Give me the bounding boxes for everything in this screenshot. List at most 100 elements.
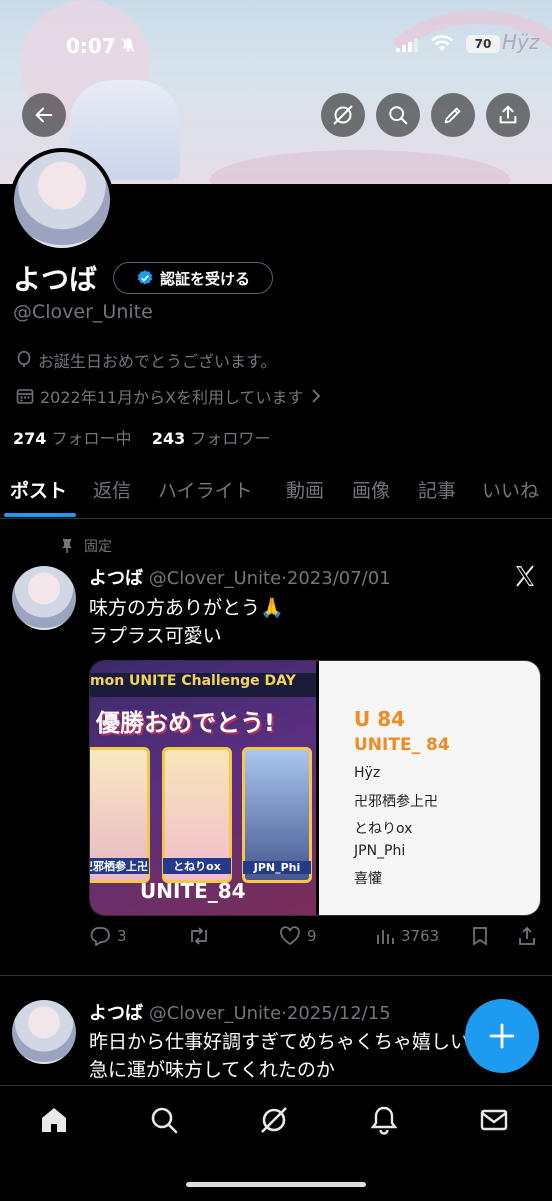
repost-button[interactable] bbox=[187, 926, 217, 946]
back-button[interactable] bbox=[22, 93, 66, 137]
mail-icon[interactable] bbox=[478, 1104, 510, 1136]
views-button[interactable]: 3763 bbox=[375, 926, 439, 946]
media-card-label-3: JPN_Phi bbox=[243, 861, 311, 874]
media-card-2: とねりox bbox=[162, 747, 232, 883]
tab-likes[interactable]: いいね bbox=[482, 476, 539, 503]
post2-text-line-2: 急に運が味方してくれたのか bbox=[89, 1059, 335, 1081]
get-verified-button[interactable]: 認証を受ける bbox=[113, 262, 273, 294]
pen-icon bbox=[444, 107, 461, 124]
birthday-text: お誕生日おめでとうございます。 bbox=[38, 352, 277, 371]
signal-icon bbox=[396, 38, 418, 52]
battery-indicator: 70 bbox=[466, 35, 500, 53]
profile-avatar[interactable] bbox=[10, 148, 114, 252]
balloon-icon bbox=[17, 351, 31, 368]
banner-watermark: Hÿz bbox=[502, 30, 540, 54]
media-banner-text: mon UNITE Challenge DAY bbox=[90, 673, 316, 697]
post-header: よつば @Clover_Unite·2023/07/01 bbox=[89, 564, 391, 590]
birthday-line: お誕生日おめでとうございます。 bbox=[16, 348, 276, 372]
status-time: 0:07 bbox=[66, 34, 116, 58]
search-button[interactable] bbox=[376, 93, 420, 137]
profile-handle: @Clover_Unite bbox=[13, 301, 153, 323]
search-icon[interactable] bbox=[148, 1104, 180, 1136]
joined-line[interactable]: 2022年11月からXを利用しています bbox=[16, 384, 322, 408]
plus-icon bbox=[489, 1023, 515, 1049]
post-date[interactable]: 2023/07/01 bbox=[287, 568, 391, 589]
media-member-4: JPN_Phi bbox=[354, 843, 406, 859]
post-header-2: よつば @Clover_Unite·2025/12/15 bbox=[89, 999, 391, 1025]
post-author-name-2[interactable]: よつば bbox=[89, 1003, 143, 1024]
chevron-right-icon bbox=[311, 389, 320, 403]
x-logo-icon bbox=[516, 565, 534, 587]
get-verified-label: 認証を受ける bbox=[159, 269, 250, 288]
post-actions: 3 9 3763 bbox=[89, 926, 541, 950]
like-count: 9 bbox=[307, 927, 317, 945]
bookmark-icon bbox=[473, 927, 487, 946]
media-card-3: JPN_Phi bbox=[242, 747, 312, 883]
profile-tabs: ポスト 返信 ハイライト 動画 画像 記事 いいね bbox=[0, 470, 552, 519]
pinned-indicator: 固定 bbox=[60, 536, 112, 556]
post-author-name[interactable]: よつば bbox=[89, 568, 143, 589]
followers-link[interactable]: 243 フォロワー bbox=[152, 429, 271, 448]
post-author-handle[interactable]: @Clover_Unite bbox=[149, 568, 281, 589]
media-member-2: 卍邪栖参上卍 bbox=[354, 794, 438, 810]
wifi-icon bbox=[431, 35, 453, 51]
media-member-1: Hÿz bbox=[354, 765, 381, 781]
post-text-line-2: ラプラス可愛い bbox=[89, 625, 222, 647]
profile-name: よつば bbox=[13, 263, 98, 296]
post-date-2[interactable]: 2025/12/15 bbox=[287, 1003, 391, 1024]
search-icon bbox=[389, 106, 408, 125]
following-link[interactable]: 274 フォロー中 bbox=[13, 429, 132, 448]
post-author-handle-2[interactable]: @Clover_Unite bbox=[149, 1003, 281, 1024]
repost-icon bbox=[191, 927, 207, 945]
silent-bell-icon bbox=[121, 37, 135, 53]
media-card-1: 卍邪栖参上卍 bbox=[90, 747, 150, 883]
media-right-title-1: U 84 bbox=[354, 707, 406, 731]
compose-button[interactable] bbox=[465, 999, 539, 1073]
media-title: 優勝おめでとう! bbox=[96, 709, 275, 737]
reply-count: 3 bbox=[117, 927, 127, 945]
followers-label: フォロワー bbox=[190, 429, 271, 448]
tab-highlights[interactable]: ハイライト bbox=[158, 476, 253, 503]
pin-icon bbox=[62, 539, 72, 553]
home-indicator bbox=[186, 1182, 366, 1187]
tab-photos[interactable]: 画像 bbox=[352, 476, 390, 503]
grok-button[interactable] bbox=[321, 93, 365, 137]
views-chart-icon bbox=[377, 930, 394, 944]
media-team-name: UNITE_84 bbox=[140, 879, 246, 903]
tab-posts[interactable]: ポスト bbox=[10, 476, 67, 503]
share-icon bbox=[519, 926, 535, 945]
media-image-right[interactable]: U 84 UNITE_ 84 Hÿz 卍邪栖参上卍 とねりox JPN_Phi … bbox=[319, 661, 540, 915]
following-label: フォロー中 bbox=[51, 429, 132, 448]
views-count: 3763 bbox=[401, 927, 440, 945]
media-member-5: 喜懽 bbox=[354, 871, 382, 887]
media-right-title-2: UNITE_ 84 bbox=[354, 735, 450, 755]
tab-videos[interactable]: 動画 bbox=[286, 476, 324, 503]
media-image-left[interactable]: mon UNITE Challenge DAY 優勝おめでとう! 卍邪栖参上卍 … bbox=[90, 661, 316, 915]
grok-icon[interactable] bbox=[258, 1104, 290, 1136]
heart-icon bbox=[280, 926, 300, 945]
post-media[interactable]: mon UNITE Challenge DAY 優勝おめでとう! 卍邪栖参上卍 … bbox=[89, 660, 541, 916]
pinned-label: 固定 bbox=[84, 539, 112, 555]
bell-icon[interactable] bbox=[368, 1104, 400, 1136]
verified-badge-icon bbox=[137, 270, 153, 285]
reply-icon bbox=[90, 927, 110, 946]
edit-button[interactable] bbox=[431, 93, 475, 137]
home-icon[interactable] bbox=[38, 1104, 70, 1136]
post-avatar[interactable] bbox=[12, 566, 76, 630]
reply-button[interactable]: 3 bbox=[89, 926, 127, 946]
arrow-left-icon bbox=[35, 107, 53, 123]
bookmark-button[interactable] bbox=[471, 926, 489, 946]
media-member-3: とねりox bbox=[354, 821, 413, 837]
share-button[interactable] bbox=[486, 93, 530, 137]
joined-text: 2022年11月からXを利用しています bbox=[40, 388, 304, 407]
media-card-label-2: とねりox bbox=[163, 858, 231, 874]
post-avatar-2[interactable] bbox=[12, 1000, 76, 1064]
like-button[interactable]: 9 bbox=[279, 926, 317, 946]
share-post-button[interactable] bbox=[517, 926, 537, 946]
following-count: 274 bbox=[13, 429, 47, 448]
tab-articles[interactable]: 記事 bbox=[418, 476, 456, 503]
media-card-label-1: 卍邪栖参上卍 bbox=[90, 858, 149, 874]
share-icon bbox=[499, 105, 517, 124]
tab-replies[interactable]: 返信 bbox=[93, 476, 131, 503]
followers-count: 243 bbox=[151, 429, 186, 448]
